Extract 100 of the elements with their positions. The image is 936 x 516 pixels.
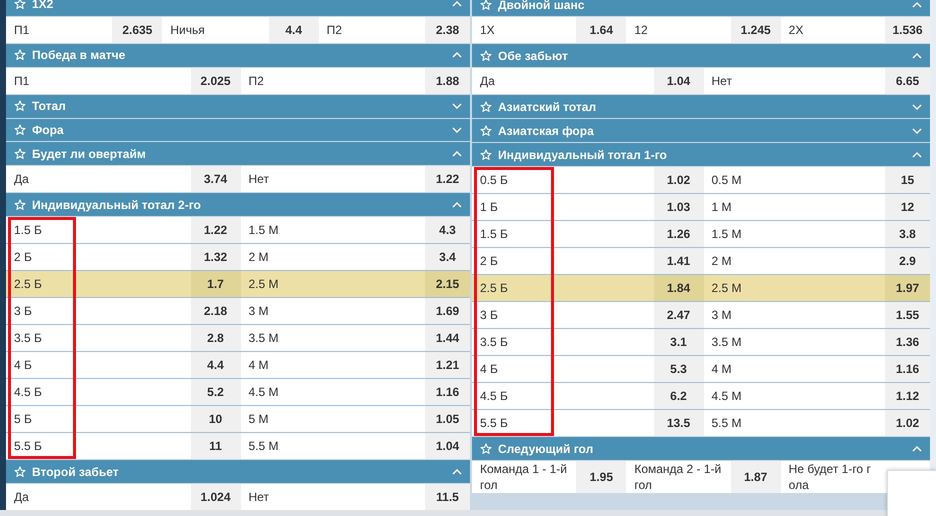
star-icon[interactable] bbox=[480, 124, 492, 136]
market-header[interactable]: Фора bbox=[6, 118, 470, 142]
odds-button[interactable]: 1.84 bbox=[654, 275, 704, 301]
market-title: Будет ли овертайм bbox=[32, 146, 147, 161]
odds-button[interactable]: 6.65 bbox=[885, 68, 930, 94]
odds-button[interactable]: 1.16 bbox=[425, 379, 470, 406]
chevron-icon[interactable] bbox=[452, 127, 462, 133]
odds-button[interactable]: 1.536 bbox=[885, 17, 930, 43]
star-icon[interactable] bbox=[480, 148, 492, 160]
outcome-label: 4.5 М bbox=[710, 388, 743, 405]
odds-button[interactable]: 2.18 bbox=[190, 298, 240, 324]
odds-button[interactable]: 1.22 bbox=[190, 217, 240, 244]
star-icon[interactable] bbox=[480, 50, 492, 62]
outcome-label: Не будет 1-го гола bbox=[788, 461, 872, 493]
chevron-icon[interactable] bbox=[452, 103, 462, 110]
odds-button[interactable]: 11.5 bbox=[425, 484, 470, 510]
odds-button[interactable]: 13.5 bbox=[654, 410, 704, 436]
odds-button[interactable]: 1.87 bbox=[730, 461, 781, 493]
odds-button[interactable]: 1.02 bbox=[654, 167, 704, 193]
odds-button[interactable]: 4.4 bbox=[268, 16, 319, 43]
chevron-icon[interactable] bbox=[452, 150, 462, 157]
odds-button[interactable]: 3.4 bbox=[425, 244, 470, 270]
odds-button[interactable]: 2.8 bbox=[190, 325, 240, 352]
odds-button[interactable]: 2.15 bbox=[425, 271, 470, 298]
chevron-icon[interactable] bbox=[452, 202, 462, 208]
odds-button[interactable]: 1.36 bbox=[885, 329, 930, 355]
odds-button[interactable]: 1.97 bbox=[885, 275, 930, 301]
odds-button[interactable]: 3.74 bbox=[190, 166, 240, 192]
chevron-icon[interactable] bbox=[912, 104, 922, 110]
odds-button[interactable]: 2.635 bbox=[112, 16, 162, 43]
chevron-icon[interactable] bbox=[452, 52, 462, 58]
odds-button[interactable]: 1.05 bbox=[425, 406, 470, 432]
chevron-icon[interactable] bbox=[912, 446, 922, 452]
chevron-icon[interactable] bbox=[912, 128, 922, 134]
market-header[interactable]: Второй забьет bbox=[6, 460, 470, 484]
market-title: Фора bbox=[32, 123, 65, 137]
star-icon[interactable] bbox=[14, 0, 26, 10]
odds-button[interactable]: 5.2 bbox=[190, 379, 240, 406]
odds-button[interactable]: 4.3 bbox=[425, 217, 470, 244]
odds-button[interactable]: 1.16 bbox=[885, 356, 930, 382]
odds-button[interactable]: 6.2 bbox=[654, 383, 704, 409]
odds-button[interactable]: 1.41 bbox=[654, 248, 704, 274]
odds-button[interactable]: 1.88 bbox=[425, 68, 470, 94]
odds-button[interactable]: 11 bbox=[190, 433, 240, 460]
chevron-icon[interactable] bbox=[452, 1, 462, 8]
odds-button[interactable]: 1.26 bbox=[654, 221, 704, 247]
odds-button[interactable]: 1.55 bbox=[885, 302, 930, 328]
odds-button[interactable]: 3.8 bbox=[885, 221, 930, 247]
odds-button[interactable]: 1.04 bbox=[425, 433, 470, 460]
star-icon[interactable] bbox=[14, 100, 26, 112]
star-icon[interactable] bbox=[14, 49, 26, 62]
odds-button[interactable]: 1.04 bbox=[654, 68, 704, 94]
odds-button[interactable]: 2.025 bbox=[190, 68, 240, 94]
star-icon[interactable] bbox=[480, 100, 492, 112]
odds-button[interactable]: 1.32 bbox=[190, 244, 240, 270]
outcome-label: 4 Б bbox=[13, 357, 33, 374]
odds-button[interactable]: 1.44 bbox=[425, 325, 470, 352]
odds-button[interactable]: 1.245 bbox=[730, 17, 781, 43]
chevron-icon[interactable] bbox=[912, 2, 922, 8]
odds-button[interactable]: 1.7 bbox=[190, 271, 240, 298]
outcome-label: П2 bbox=[248, 72, 265, 90]
market-header[interactable]: Следующий гол bbox=[472, 437, 930, 460]
odds-button[interactable]: 4.4 bbox=[190, 352, 240, 378]
chevron-icon[interactable] bbox=[912, 52, 922, 58]
chevron-icon[interactable] bbox=[452, 468, 462, 475]
outcome-label: 5.5 Б bbox=[479, 415, 509, 432]
odds-button[interactable]: 3.1 bbox=[654, 329, 704, 355]
odds-button[interactable]: 1.03 bbox=[654, 194, 704, 220]
odds-button[interactable]: 12 bbox=[885, 194, 930, 220]
star-icon[interactable] bbox=[480, 0, 492, 10]
market-header[interactable]: Обе забьют bbox=[472, 44, 930, 67]
market-header[interactable]: Азиатская фора bbox=[472, 119, 930, 142]
odds-button[interactable]: 1.69 bbox=[425, 298, 470, 324]
odds-button[interactable]: 10 bbox=[190, 406, 240, 432]
market-header[interactable]: Индивидуальный тотал 2-го bbox=[6, 193, 470, 216]
odds-button[interactable]: 15 bbox=[885, 167, 930, 193]
odds-button[interactable]: 1.21 bbox=[425, 352, 470, 378]
odds-button[interactable]: 1.22 bbox=[425, 166, 470, 192]
market-header[interactable]: Азиатский тотал bbox=[472, 95, 930, 118]
odds-button[interactable]: 1.12 bbox=[885, 383, 930, 409]
market-header[interactable]: Тотал bbox=[6, 94, 470, 118]
market-header[interactable]: Будет ли овертайм bbox=[6, 142, 470, 166]
market-header[interactable]: Победа в матче bbox=[6, 44, 470, 67]
odds-button[interactable]: 2.38 bbox=[425, 16, 470, 43]
chevron-icon[interactable] bbox=[912, 152, 922, 158]
odds-button[interactable]: 2.9 bbox=[885, 248, 930, 274]
odds-button[interactable]: 1.02 bbox=[885, 410, 930, 436]
odds-button[interactable]: 2.47 bbox=[654, 302, 704, 328]
market-header[interactable]: Индивидуальный тотал 1-го bbox=[472, 143, 930, 166]
star-icon[interactable] bbox=[14, 124, 26, 136]
odds-button[interactable]: 5.3 bbox=[654, 356, 704, 382]
market-header[interactable]: 1X2 bbox=[6, 0, 470, 16]
odds-button[interactable]: 1.64 bbox=[576, 17, 626, 43]
odds-button[interactable]: 1.95 bbox=[576, 461, 626, 493]
odds-button[interactable]: 1.024 bbox=[190, 484, 240, 510]
outcome-label: Команда 2 - 1-й гол bbox=[633, 461, 722, 493]
star-icon[interactable] bbox=[14, 198, 26, 211]
star-icon[interactable] bbox=[480, 442, 492, 454]
star-icon[interactable] bbox=[14, 148, 26, 160]
star-icon[interactable] bbox=[14, 466, 26, 478]
